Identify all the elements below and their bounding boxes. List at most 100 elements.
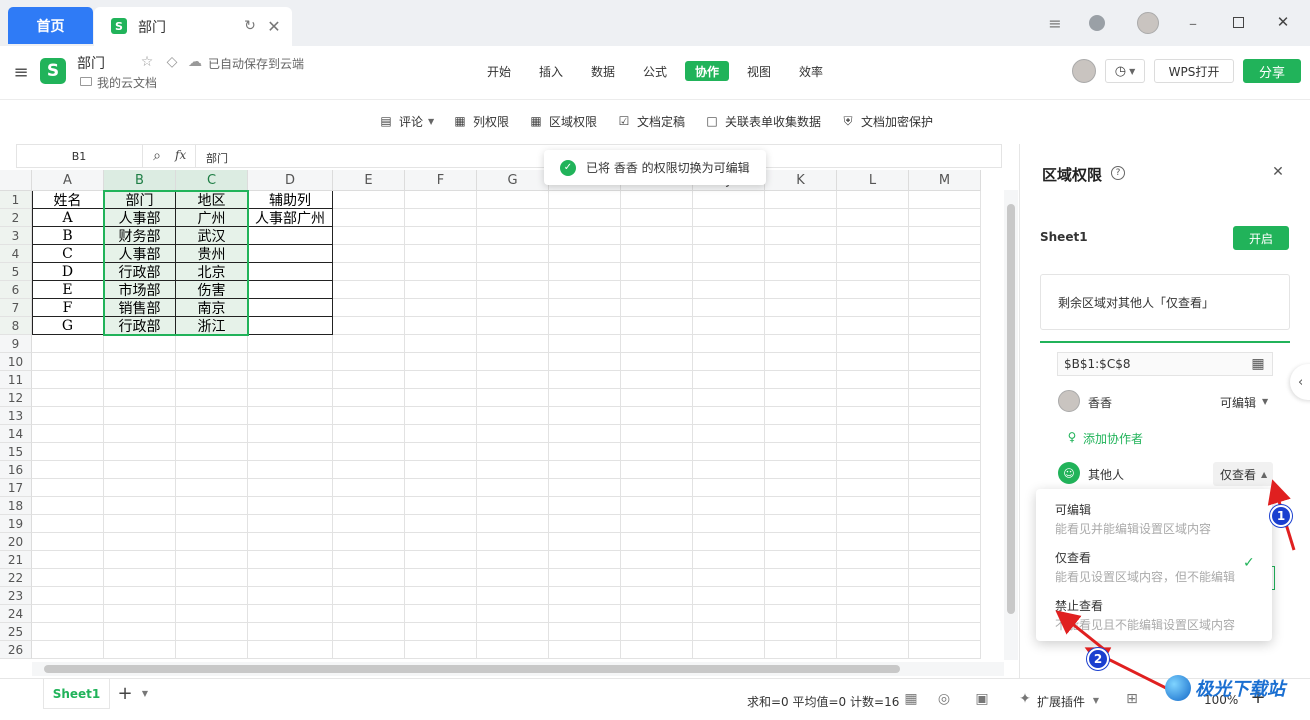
grid-cell-m8[interactable] [909,317,981,335]
grid-cell-b10[interactable] [104,353,176,371]
row-header[interactable]: 8 [0,317,32,335]
grid-cell-h12[interactable] [549,389,621,407]
vertical-scrollbar[interactable] [1004,190,1018,660]
grid-cell-i2[interactable] [621,209,693,227]
grid-cell-k5[interactable] [765,263,837,281]
maximize-icon[interactable] [1233,17,1244,28]
close-panel-icon[interactable]: ✕ [1270,164,1286,180]
grid-cell-e25[interactable] [333,623,405,641]
grid-cell-a14[interactable] [32,425,104,443]
grid-cell-k17[interactable] [765,479,837,497]
formula-input[interactable]: 部门 [206,150,228,166]
grid-cell-i5[interactable] [621,263,693,281]
grid-cell-d4[interactable] [248,245,333,263]
grid-cell-c26[interactable] [176,641,248,659]
grid-cell-f20[interactable] [405,533,477,551]
grid-cell-b12[interactable] [104,389,176,407]
grid-cell-h25[interactable] [549,623,621,641]
finalize-button[interactable]: ☑ 文档定稿 [616,112,685,130]
grid-cell-f14[interactable] [405,425,477,443]
grid-cell-l9[interactable] [837,335,909,353]
grid-cell-m26[interactable] [909,641,981,659]
grid-cell-c24[interactable] [176,605,248,623]
grid-cell-f2[interactable] [405,209,477,227]
grid-cell-j26[interactable] [693,641,765,659]
grid-cell-k10[interactable] [765,353,837,371]
form-collect-button[interactable]: □ 关联表单收集数据 [704,112,821,130]
row-header[interactable]: 2 [0,209,32,227]
grid-cell-e16[interactable] [333,461,405,479]
grid-cell-k7[interactable] [765,299,837,317]
encrypt-button[interactable]: ⛨ 文档加密保护 [840,112,933,130]
grid-cell-g2[interactable] [477,209,549,227]
grid-cell-h11[interactable] [549,371,621,389]
menu-data[interactable]: 数据 [584,58,622,84]
enable-button[interactable]: 开启 [1233,226,1289,250]
grid-cell-i14[interactable] [621,425,693,443]
option-view-only[interactable]: 仅查看 能看见设置区域内容，但不能编辑 ✓ [1036,543,1272,587]
tab-document[interactable]: S 部门 ↻ ✕ [94,7,292,46]
grid-cell-f11[interactable] [405,371,477,389]
grid-cell-h14[interactable] [549,425,621,443]
column-header-g[interactable]: G [477,170,549,191]
grid-view-icon[interactable]: ⊞ [1124,691,1140,707]
grid-cell-d16[interactable] [248,461,333,479]
grid-cell-f15[interactable] [405,443,477,461]
column-header-m[interactable]: M [909,170,981,191]
column-header-a[interactable]: A [32,170,104,191]
grid-cell-a15[interactable] [32,443,104,461]
grid-cell-e26[interactable] [333,641,405,659]
collaborator-permission[interactable]: 可编辑 [1220,394,1256,411]
grid-cell-k19[interactable] [765,515,837,533]
chat-icon[interactable] [1089,15,1105,31]
grid-cell-c17[interactable] [176,479,248,497]
grid-cell-f1[interactable] [405,191,477,209]
zoom-icon[interactable]: ⌕ [149,148,165,164]
grid-cell-c23[interactable] [176,587,248,605]
row-header[interactable]: 16 [0,461,32,479]
star-icon[interactable]: ☆ [139,54,155,70]
row-header[interactable]: 22 [0,569,32,587]
grid-cell-h5[interactable] [549,263,621,281]
grid-cell-i4[interactable] [621,245,693,263]
grid-cell-l23[interactable] [837,587,909,605]
grid-cell-m13[interactable] [909,407,981,425]
grid-cell-d24[interactable] [248,605,333,623]
grid-cell-m9[interactable] [909,335,981,353]
grid-cell-d8[interactable] [248,317,333,335]
grid-cell-b16[interactable] [104,461,176,479]
grid-cell-g20[interactable] [477,533,549,551]
grid-cell-b20[interactable] [104,533,176,551]
grid-cell-d13[interactable] [248,407,333,425]
grid-cell-i15[interactable] [621,443,693,461]
grid-cell-m12[interactable] [909,389,981,407]
grid-cell-h9[interactable] [549,335,621,353]
grid-cell-c18[interactable] [176,497,248,515]
grid-cell-j16[interactable] [693,461,765,479]
grid-cell-h23[interactable] [549,587,621,605]
grid-cell-d1[interactable]: 辅助列 [248,191,333,209]
grid-cell-i7[interactable] [621,299,693,317]
grid-cell-a16[interactable] [32,461,104,479]
grid-cell-l10[interactable] [837,353,909,371]
grid-cell-c14[interactable] [176,425,248,443]
grid-cell-j6[interactable] [693,281,765,299]
grid-cell-f22[interactable] [405,569,477,587]
grid-cell-d3[interactable] [248,227,333,245]
grid-cell-l15[interactable] [837,443,909,461]
row-header[interactable]: 14 [0,425,32,443]
column-permission-button[interactable]: ▦ 列权限 [452,112,509,130]
grid-cell-g10[interactable] [477,353,549,371]
row-header[interactable]: 7 [0,299,32,317]
tag-icon[interactable]: ◇ [164,54,180,70]
grid-cell-e21[interactable] [333,551,405,569]
grid-cell-d20[interactable] [248,533,333,551]
grid-cell-d21[interactable] [248,551,333,569]
grid-cell-j2[interactable] [693,209,765,227]
grid-cell-j8[interactable] [693,317,765,335]
grid-cell-i21[interactable] [621,551,693,569]
grid-cell-a24[interactable] [32,605,104,623]
grid-cell-c15[interactable] [176,443,248,461]
grid-cell-i10[interactable] [621,353,693,371]
grid-cell-b23[interactable] [104,587,176,605]
